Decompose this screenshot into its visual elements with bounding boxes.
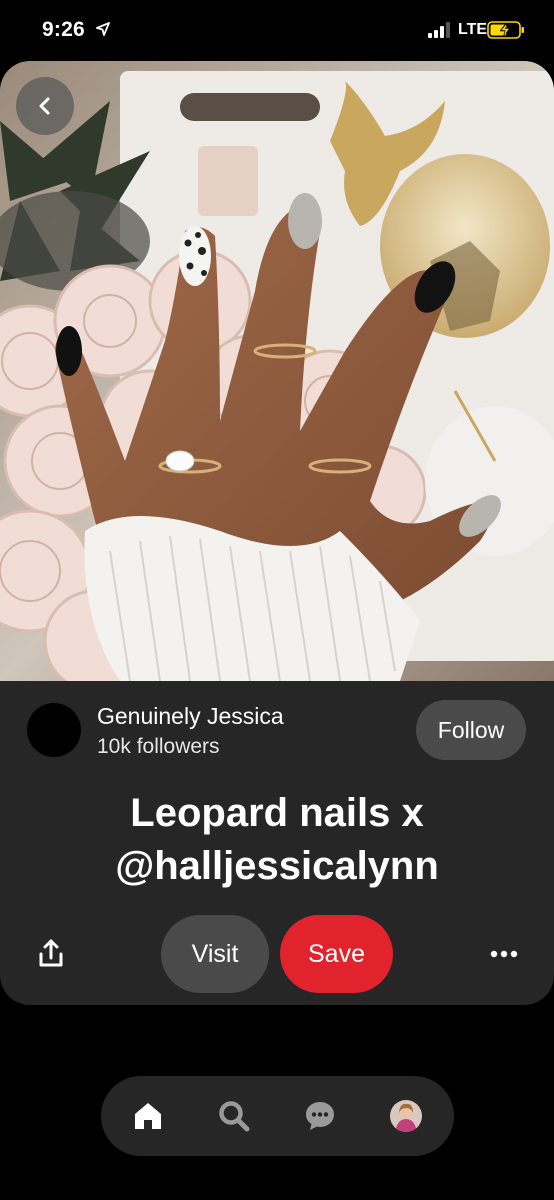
visit-button[interactable]: Visit: [161, 915, 269, 993]
messages-icon: [306, 1102, 334, 1130]
home-icon: [135, 1103, 161, 1129]
author-name[interactable]: Genuinely Jessica: [97, 703, 284, 730]
follower-count: 10k followers: [97, 735, 220, 758]
follow-button[interactable]: Follow: [416, 700, 526, 760]
nav-messages[interactable]: [300, 1096, 340, 1136]
pin-photo[interactable]: [0, 61, 554, 681]
bottom-nav: [101, 1076, 454, 1156]
nav-home[interactable]: [128, 1096, 168, 1136]
battery-charging-icon: [487, 21, 524, 39]
chevron-left-icon: [39, 97, 50, 115]
share-icon[interactable]: [34, 937, 68, 971]
nav-search[interactable]: [214, 1096, 254, 1136]
profile-avatar: [390, 1100, 422, 1132]
more-options-icon[interactable]: [484, 941, 524, 967]
network-type: LTE: [458, 21, 488, 38]
save-button[interactable]: Save: [280, 915, 393, 993]
nav-profile[interactable]: [386, 1096, 426, 1136]
status-time: 9:26: [42, 18, 85, 41]
back-button[interactable]: [16, 77, 74, 135]
pin-card: Genuinely Jessica 10k followers Follow L…: [0, 61, 554, 1005]
status-bar: 9:26 LTE: [0, 0, 554, 60]
pin-title-line-2: @halljessicalynn: [115, 844, 439, 888]
pin-title: Leopard nails x @halljessicalynn: [0, 787, 554, 893]
author-avatar[interactable]: [27, 703, 81, 757]
pin-title-line-1: Leopard nails x: [130, 791, 424, 835]
signal-bars-icon: [428, 22, 450, 38]
location-arrow-icon: [96, 22, 110, 36]
author-row: Genuinely Jessica 10k followers Follow: [0, 681, 554, 791]
search-icon: [219, 1101, 250, 1132]
